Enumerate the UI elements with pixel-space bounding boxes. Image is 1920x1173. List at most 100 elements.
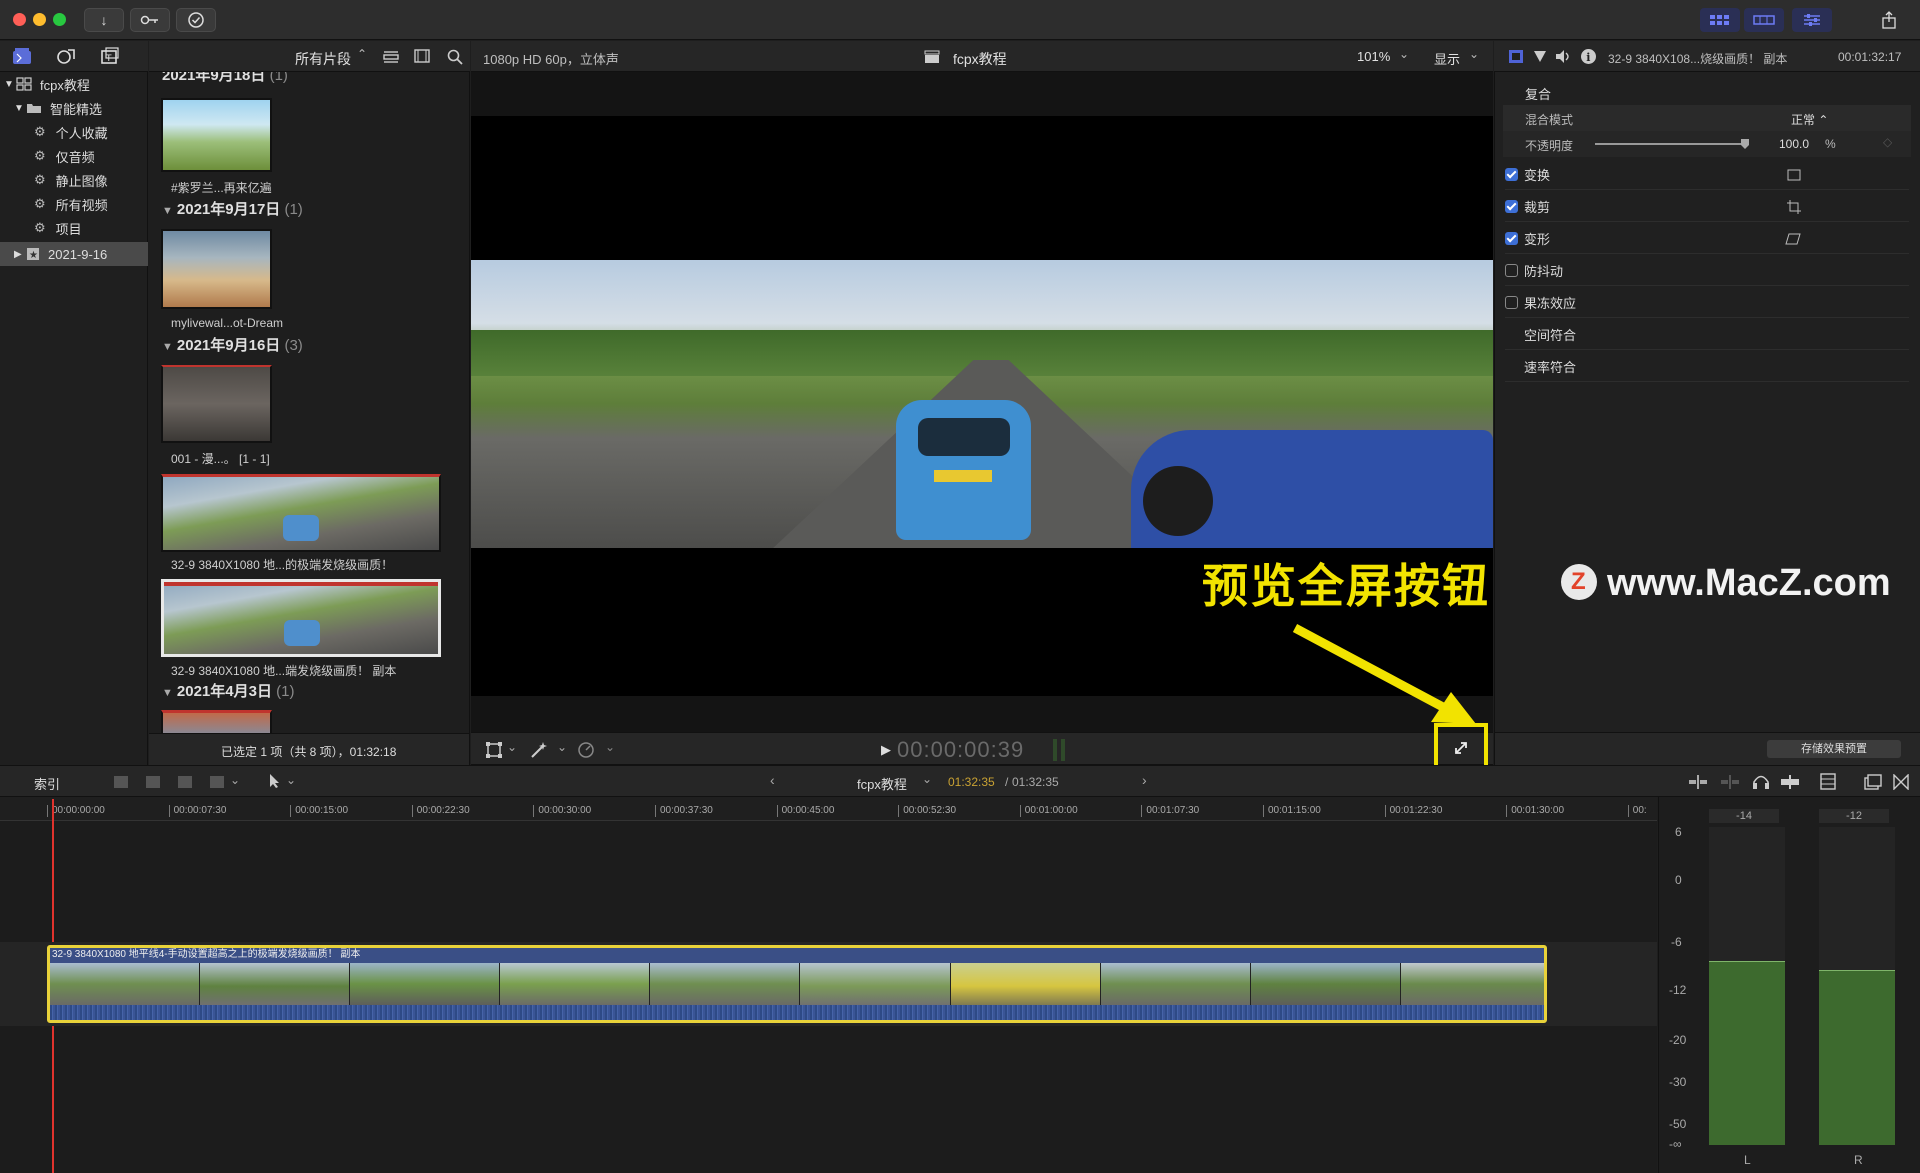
chevron-down-icon[interactable]: ⌄ <box>605 740 615 754</box>
timeline-clip[interactable]: 32-9 3840X1080 地平线4-手动设置超高之上的极端发烧级画质！ 副本 <box>47 945 1547 1023</box>
info-icon[interactable]: i <box>1580 48 1597 65</box>
save-effects-preset-button[interactable]: 存储效果预置 <box>1767 740 1901 758</box>
date-group-header[interactable]: 2021年9月18日 (1) <box>162 72 288 85</box>
timeline[interactable]: 00:00:00:00 00:00:07:30 00:00:15:00 00:00:2… <box>0 797 1657 1173</box>
expand-icon[interactable] <box>1452 739 1470 757</box>
minimize-window-button[interactable] <box>33 13 46 26</box>
library-root[interactable]: ▼ fcpx教程 <box>0 72 148 96</box>
chevron-down-icon[interactable]: ⌄ <box>922 772 932 786</box>
show-inspector-button[interactable] <box>1792 8 1832 32</box>
snapping-icon[interactable] <box>1780 774 1800 790</box>
smart-item-projects[interactable]: ⚙ 项目 <box>0 216 148 240</box>
background-tasks-button[interactable] <box>176 8 216 32</box>
current-duration: 01:32:35 <box>948 775 995 789</box>
display-dropdown[interactable]: 显示 <box>1434 49 1460 68</box>
chevron-down-icon[interactable]: ⌄ <box>557 740 567 754</box>
timeline-index-button[interactable]: 索引 <box>34 774 60 793</box>
clip-filter-dropdown[interactable]: 所有片段 <box>295 49 351 69</box>
transitions-browser-icon[interactable] <box>1893 774 1909 790</box>
disclosure-closed-icon[interactable]: ▶ <box>14 249 24 260</box>
smart-item-favorites[interactable]: ⚙ 个人收藏 <box>0 120 148 144</box>
chevron-down-icon[interactable]: ⌄ <box>230 773 240 787</box>
date-group-header[interactable]: ▼ 2021年9月17日 (1) <box>162 198 303 219</box>
opacity-slider[interactable] <box>1595 143 1745 145</box>
clip-thumbnail-forza[interactable] <box>161 474 441 552</box>
smart-item-audio-only[interactable]: ⚙ 仅音频 <box>0 144 148 168</box>
smart-item-all-video[interactable]: ⚙ 所有视频 <box>0 192 148 216</box>
smart-item-stills[interactable]: ⚙ 静止图像 <box>0 168 148 192</box>
color-inspector-icon[interactable] <box>1532 49 1548 64</box>
clip-thumbnail-livewallpaper[interactable] <box>161 229 272 309</box>
timecode-display[interactable]: 00:00:00:39 <box>897 737 1024 763</box>
zoom-dropdown[interactable]: 101% <box>1357 49 1390 64</box>
share-button[interactable] <box>1872 8 1906 32</box>
clip-appearance-icon[interactable] <box>383 50 399 64</box>
clip-thumbnail-anime[interactable] <box>161 365 272 443</box>
distort-checkbox[interactable] <box>1505 232 1518 245</box>
show-timeline-button[interactable] <box>1744 8 1784 32</box>
crop-checkbox[interactable] <box>1505 200 1518 213</box>
import-button[interactable]: ↓ <box>84 8 124 32</box>
zoom-window-button[interactable] <box>53 13 66 26</box>
keyframe-icon[interactable]: ◇ <box>1883 135 1892 149</box>
clip-thumbnail-violet[interactable] <box>161 98 272 172</box>
video-inspector-icon[interactable] <box>1508 49 1524 64</box>
ruler-tick-label: 00:00:52:30 <box>898 805 956 817</box>
show-browser-button[interactable] <box>1700 8 1740 32</box>
date-group-header[interactable]: ▼ 2021年9月16日 (3) <box>162 334 303 355</box>
effect-row-distort[interactable]: 变形 <box>1505 224 1909 254</box>
effect-row-rate-conform[interactable]: 速率符合 <box>1505 352 1909 382</box>
ruler-tick-label: 00:00:07:30 <box>168 805 226 817</box>
opacity-value[interactable]: 100.0 <box>1779 137 1809 151</box>
date-group-header[interactable]: ▼ 2021年4月3日 (1) <box>162 680 294 701</box>
rolling-shutter-checkbox[interactable] <box>1505 296 1518 309</box>
clip-appearance-icon[interactable] <box>1820 773 1836 790</box>
photos-audio-icon[interactable] <box>56 47 76 65</box>
crop-onscreen-icon[interactable] <box>1787 200 1801 214</box>
magic-wand-icon[interactable] <box>529 740 549 760</box>
close-window-button[interactable] <box>13 13 26 26</box>
stabilization-checkbox[interactable] <box>1505 264 1518 277</box>
clip-thumbnail-forza-copy-selected[interactable] <box>161 579 441 657</box>
transform-tool-icon[interactable] <box>485 741 503 759</box>
search-icon[interactable] <box>447 49 463 65</box>
audio-inspector-icon[interactable] <box>1554 49 1572 64</box>
annotation-arrow <box>1292 624 1476 724</box>
effects-browser-icon[interactable] <box>1864 774 1882 790</box>
opacity-slider-knob[interactable] <box>1741 139 1749 149</box>
disclosure-open-icon[interactable]: ▼ <box>4 79 14 90</box>
clip-caption: mylivewal...ot-Dream <box>171 316 284 330</box>
history-back-button[interactable]: ‹ <box>770 772 775 788</box>
libraries-icon[interactable] <box>12 47 32 65</box>
speed-gauge-icon[interactable] <box>577 741 595 759</box>
disclosure-open-icon[interactable]: ▼ <box>14 103 24 114</box>
chevron-down-icon[interactable]: ⌄ <box>286 773 296 787</box>
effect-row-spatial-conform[interactable]: 空间符合 <box>1505 320 1909 350</box>
timeline-project-name[interactable]: fcpx教程 <box>857 774 907 793</box>
meter-peak-left: -14 <box>1709 809 1779 823</box>
history-forward-button[interactable]: › <box>1142 772 1147 788</box>
chevron-down-icon[interactable]: ⌄ <box>507 740 517 754</box>
event-item-selected[interactable]: ▶ ★ 2021-9-16 <box>0 242 148 266</box>
filmstrip-icon[interactable] <box>414 49 430 63</box>
blend-mode-dropdown[interactable]: 正常 ⌃ <box>1791 111 1828 128</box>
duration-separator: / <box>1005 775 1009 789</box>
smart-collections-folder[interactable]: ▼ 智能精选 <box>0 96 148 120</box>
titles-generators-icon[interactable]: T <box>100 47 120 65</box>
effect-row-rolling-shutter[interactable]: 果冻效应 <box>1505 288 1909 318</box>
play-button[interactable]: ▶ <box>881 742 891 758</box>
skimming-icon[interactable] <box>1688 774 1708 790</box>
effect-label: 空间符合 <box>1524 328 1577 343</box>
timeline-ruler[interactable]: 00:00:00:00 00:00:07:30 00:00:15:00 00:00:2… <box>0 797 1657 821</box>
distort-onscreen-icon[interactable] <box>1785 233 1801 245</box>
transform-checkbox[interactable] <box>1505 168 1518 181</box>
headphones-icon[interactable] <box>1752 773 1770 790</box>
select-tool-icon[interactable] <box>268 773 282 789</box>
effect-row-transform[interactable]: 变换 <box>1505 160 1909 190</box>
effect-row-stabilization[interactable]: 防抖动 <box>1505 256 1909 286</box>
transform-onscreen-icon[interactable] <box>1787 169 1801 181</box>
audio-skimming-icon[interactable] <box>1720 774 1740 790</box>
effect-row-crop[interactable]: 裁剪 <box>1505 192 1909 222</box>
keyword-button[interactable] <box>130 8 170 32</box>
video-frame[interactable] <box>471 260 1493 548</box>
